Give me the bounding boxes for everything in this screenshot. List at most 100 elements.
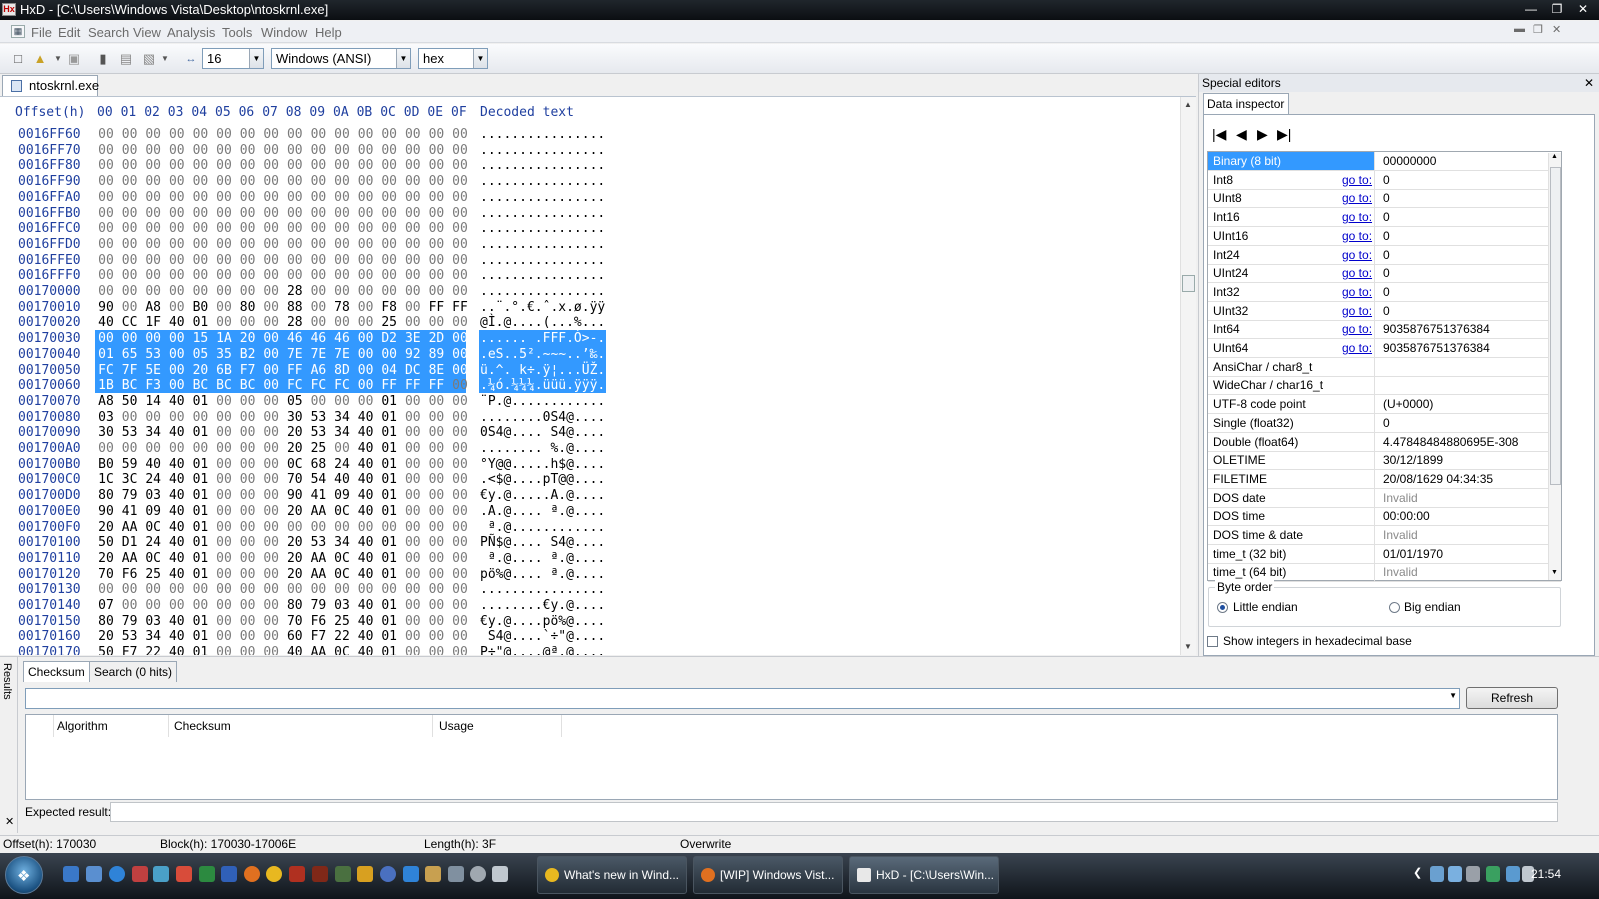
hex-byte[interactable]: 00 xyxy=(119,190,141,205)
hex-byte[interactable]: 00 xyxy=(449,221,471,236)
hex-byte[interactable]: 00 xyxy=(237,425,259,440)
hex-byte[interactable]: 00 xyxy=(260,174,282,189)
hex-byte[interactable]: 03 xyxy=(142,614,164,629)
menu-search[interactable]: Search xyxy=(88,25,129,40)
hex-byte[interactable]: 00 xyxy=(425,614,447,629)
tab-checksum[interactable]: Checksum xyxy=(23,661,90,682)
hex-byte[interactable]: 79 xyxy=(119,488,141,503)
hex-byte[interactable]: 14 xyxy=(142,394,164,409)
hex-byte[interactable]: 34 xyxy=(331,410,353,425)
menu-tools[interactable]: Tools xyxy=(222,25,252,40)
hex-byte[interactable]: 00 xyxy=(402,472,424,487)
hex-byte[interactable]: 20 xyxy=(237,331,259,346)
hex-byte[interactable]: 8D xyxy=(331,363,353,378)
hex-byte[interactable]: 01 xyxy=(378,551,400,566)
hex-byte[interactable]: 00 xyxy=(260,645,282,655)
hex-byte[interactable]: 00 xyxy=(284,158,306,173)
hex-byte[interactable]: 00 xyxy=(331,441,353,456)
chevron-down-icon[interactable]: ▼ xyxy=(1449,691,1457,700)
scroll-thumb[interactable] xyxy=(1182,275,1195,292)
inspector-row[interactable]: time_t (32 bit) 01/01/1970 xyxy=(1208,544,1561,564)
inspector-row[interactable]: Double (float64) 4.47848484880695E-308 xyxy=(1208,432,1561,452)
hex-byte[interactable]: 00 xyxy=(284,268,306,283)
hex-byte[interactable]: 00 xyxy=(402,614,424,629)
hex-byte[interactable]: 01 xyxy=(189,614,211,629)
hex-byte[interactable]: 00 xyxy=(95,143,117,158)
battery-icon[interactable] xyxy=(1486,866,1500,882)
hex-byte[interactable]: 00 xyxy=(166,347,188,362)
hex-byte[interactable]: 00 xyxy=(260,598,282,613)
hex-byte[interactable]: 00 xyxy=(189,598,211,613)
minimize-button[interactable]: — xyxy=(1519,1,1543,17)
menu-file[interactable]: File xyxy=(31,25,52,40)
hex-byte[interactable]: 68 xyxy=(307,457,329,472)
decoded-text[interactable]: PÑ$@.... S4@.... xyxy=(480,535,605,550)
hex-byte[interactable]: 1F xyxy=(142,315,164,330)
hex-byte[interactable]: 00 xyxy=(355,221,377,236)
goto-link[interactable]: go to: xyxy=(1342,189,1372,207)
hex-byte[interactable]: 01 xyxy=(378,504,400,519)
hex-byte[interactable]: 00 xyxy=(355,582,377,597)
hex-byte[interactable]: 40 xyxy=(166,629,188,644)
hex-byte[interactable]: 00 xyxy=(189,158,211,173)
hex-byte[interactable]: 40 xyxy=(355,410,377,425)
decoded-text[interactable]: .¼ó.¼¼¼.üüü.ÿÿÿ. xyxy=(480,378,605,393)
hex-byte[interactable]: 00 xyxy=(355,363,377,378)
decoded-text[interactable]: ................ xyxy=(480,190,605,205)
hex-byte[interactable]: 01 xyxy=(378,535,400,550)
hex-byte[interactable]: 20 xyxy=(284,504,306,519)
hex-byte[interactable]: 00 xyxy=(237,158,259,173)
app-icon-5[interactable] xyxy=(380,866,396,882)
inspector-value[interactable]: Invalid xyxy=(1380,489,1560,507)
hex-byte[interactable]: 00 xyxy=(449,629,471,644)
hex-byte[interactable]: 00 xyxy=(284,174,306,189)
hex-byte[interactable]: 00 xyxy=(449,284,471,299)
hex-byte[interactable]: 7E xyxy=(331,347,353,362)
hex-byte[interactable]: 00 xyxy=(378,284,400,299)
hex-byte[interactable]: 00 xyxy=(95,158,117,173)
firefox-icon[interactable] xyxy=(244,866,260,882)
hex-byte[interactable]: 00 xyxy=(213,410,235,425)
hex-byte[interactable]: 00 xyxy=(425,645,447,655)
hex-byte[interactable]: 00 xyxy=(95,174,117,189)
hex-byte[interactable]: 0C xyxy=(284,457,306,472)
hex-byte[interactable]: 00 xyxy=(166,158,188,173)
hex-byte[interactable]: 00 xyxy=(355,174,377,189)
inspector-value[interactable]: 30/12/1899 xyxy=(1380,451,1560,469)
hex-byte[interactable]: 00 xyxy=(425,551,447,566)
decoded-text[interactable]: ................ xyxy=(480,158,605,173)
hex-byte[interactable]: 00 xyxy=(355,331,377,346)
hex-byte[interactable]: 40 xyxy=(166,472,188,487)
hex-byte[interactable]: 00 xyxy=(378,206,400,221)
hex-byte[interactable]: 40 xyxy=(166,520,188,535)
hex-byte[interactable]: 00 xyxy=(119,268,141,283)
hex-byte[interactable]: 00 xyxy=(213,206,235,221)
hex-byte[interactable]: DC xyxy=(402,363,424,378)
hex-byte[interactable]: 00 xyxy=(425,143,447,158)
hex-byte[interactable]: 78 xyxy=(331,300,353,315)
decoded-text[interactable]: .<$@....pT@@.... xyxy=(480,472,605,487)
hex-byte[interactable]: 40 xyxy=(355,598,377,613)
hex-byte[interactable]: 24 xyxy=(331,457,353,472)
hex-byte[interactable]: 00 xyxy=(355,268,377,283)
hex-byte[interactable]: 01 xyxy=(378,488,400,503)
inspector-row[interactable]: DOS time & date Invalid xyxy=(1208,526,1561,545)
hex-byte[interactable]: 00 xyxy=(425,284,447,299)
decoded-text[interactable]: ¨P.@............ xyxy=(480,394,605,409)
chrome-icon[interactable] xyxy=(266,866,282,882)
decoded-text[interactable]: ................ xyxy=(480,174,605,189)
hex-byte[interactable]: 40 xyxy=(142,457,164,472)
hex-byte[interactable]: 00 xyxy=(142,582,164,597)
hex-byte[interactable]: 40 xyxy=(331,472,353,487)
hex-byte[interactable]: 00 xyxy=(213,614,235,629)
decoded-text[interactable]: @Ì.@....(...%... xyxy=(480,315,605,330)
inspector-value[interactable]: 9035876751376384 xyxy=(1380,339,1560,357)
hex-byte[interactable]: D2 xyxy=(378,331,400,346)
hex-byte[interactable]: 00 xyxy=(142,190,164,205)
inspector-value[interactable]: 0 xyxy=(1380,264,1560,282)
hex-byte[interactable]: 20 xyxy=(95,520,117,535)
inspector-row[interactable]: WideChar / char16_t xyxy=(1208,376,1561,396)
hex-byte[interactable]: 50 xyxy=(119,394,141,409)
hex-byte[interactable]: 00 xyxy=(402,520,424,535)
expected-result-field[interactable] xyxy=(110,802,1558,822)
